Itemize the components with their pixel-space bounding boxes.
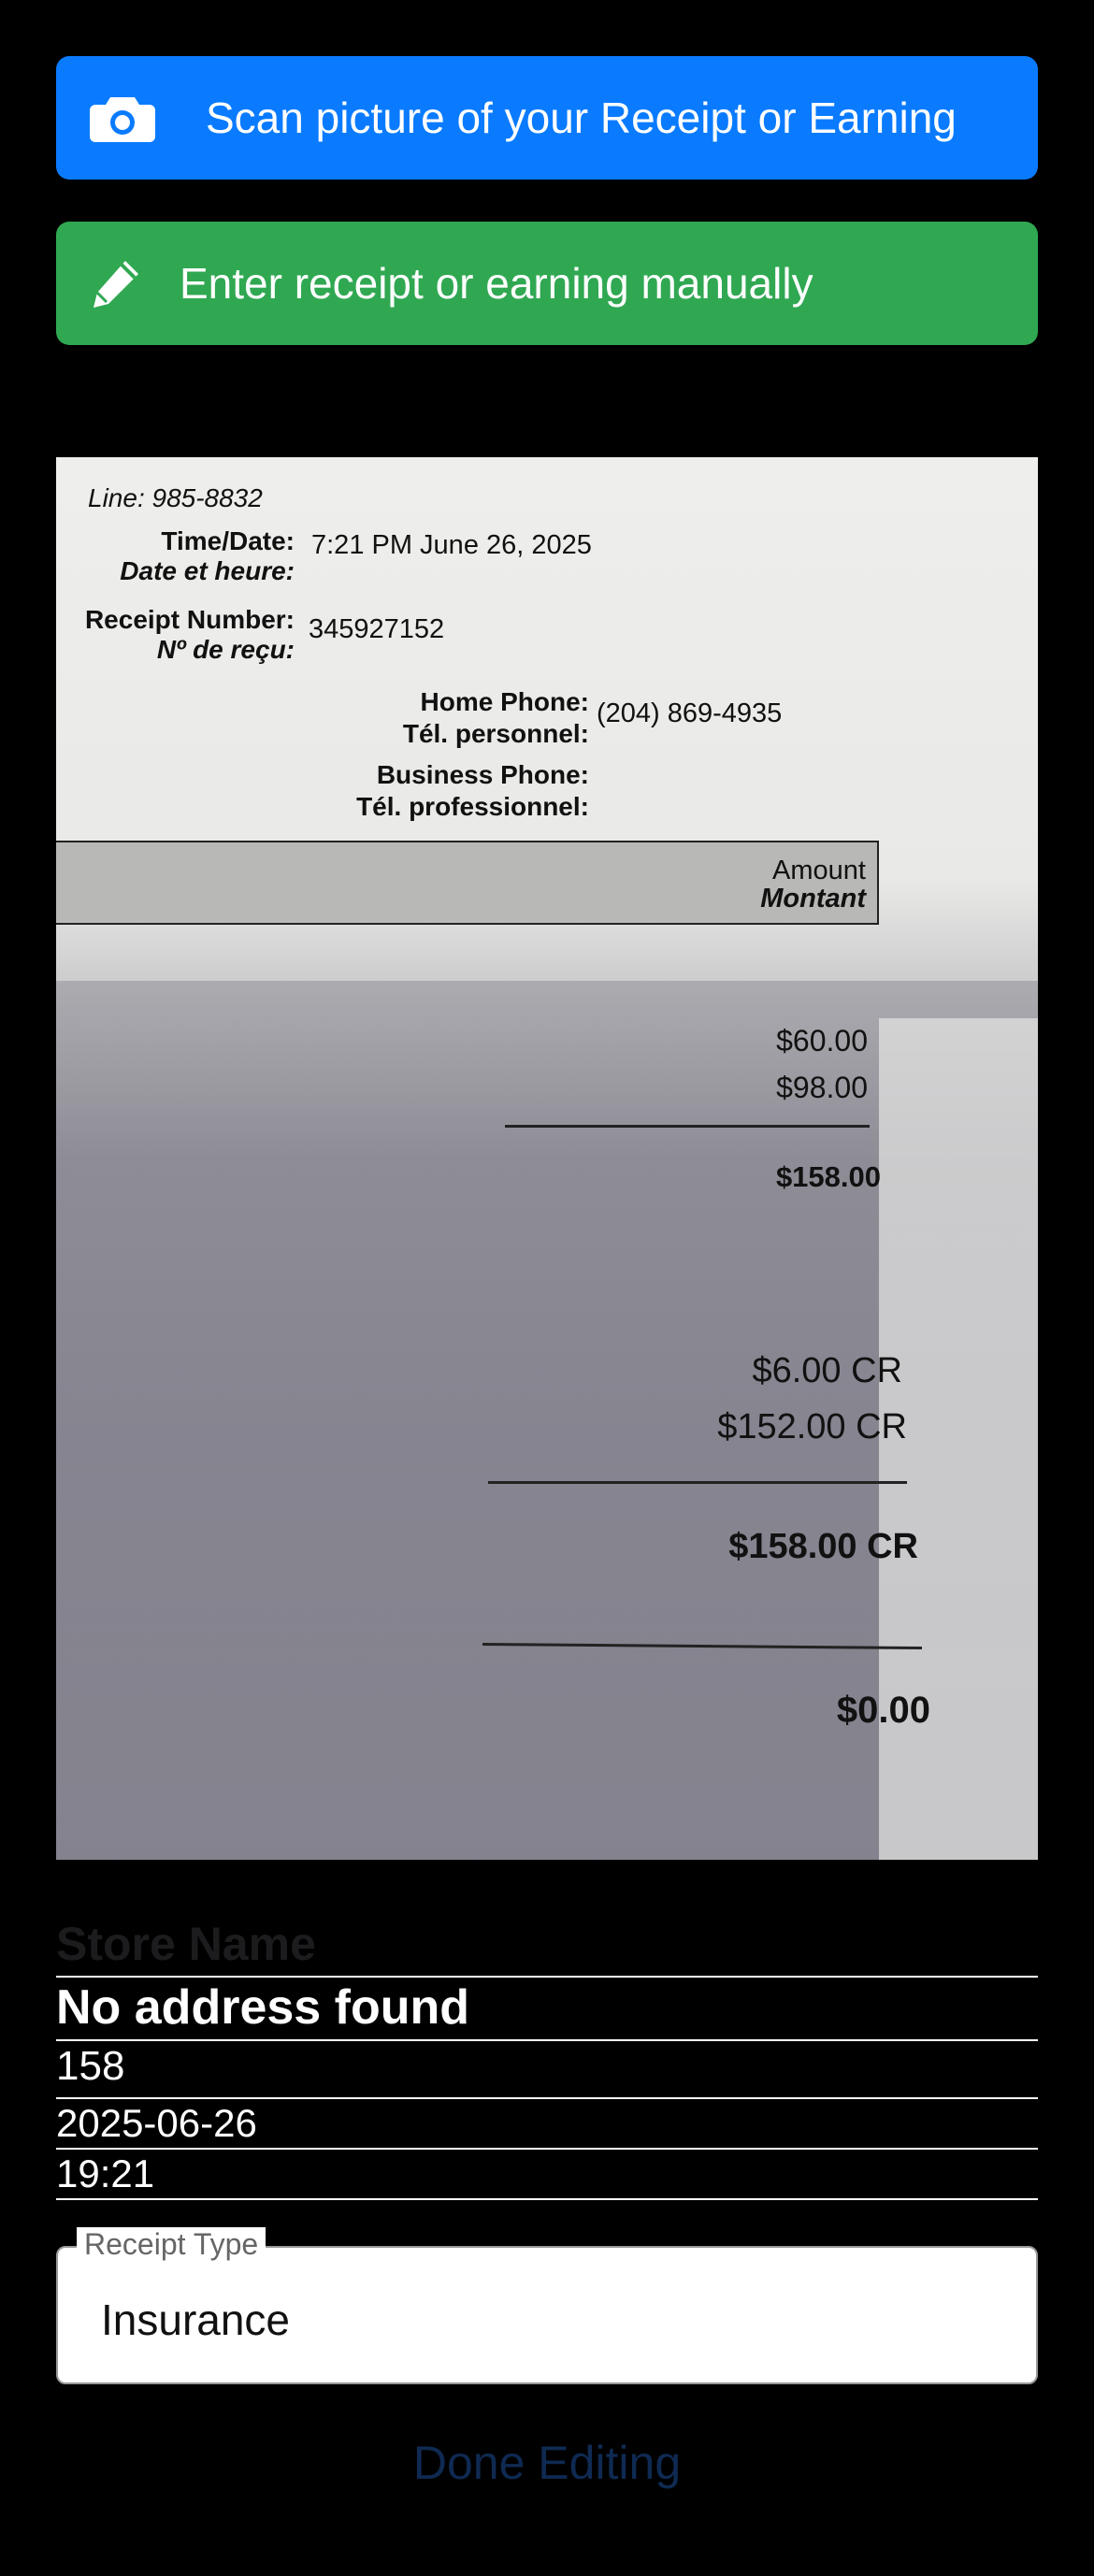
- credit-total: $158.00 CR: [728, 1527, 918, 1566]
- business-phone-label-fr: Tél. professionnel:: [356, 792, 589, 821]
- home-phone-value: (204) 869-4935: [597, 698, 783, 728]
- amount-field[interactable]: 158: [56, 2043, 1038, 2099]
- subtotal-divider: [505, 1125, 870, 1128]
- camera-icon: [90, 97, 155, 142]
- receipt-number-label: Receipt Number:: [84, 605, 295, 634]
- credit-line-2: $152.00 CR: [717, 1407, 907, 1446]
- home-phone-label-fr: Tél. personnel:: [402, 719, 589, 748]
- done-editing-button[interactable]: Done Editing: [0, 2436, 1094, 2490]
- time-date-label-fr: Date et heure:: [120, 556, 295, 585]
- credit-line-1: $6.00 CR: [752, 1351, 902, 1390]
- receipt-type-select[interactable]: Receipt Type Insurance: [56, 2227, 1038, 2384]
- pencil-icon: [94, 261, 138, 308]
- amount-header-box: Amount Montant: [56, 841, 879, 925]
- address-field[interactable]: No address found: [56, 1979, 1038, 2041]
- time-date-label: Time/Date:: [161, 526, 295, 555]
- receipt-line: Line: 985-8832: [88, 483, 263, 512]
- time-field[interactable]: 19:21: [56, 2151, 1038, 2200]
- store-name-field[interactable]: Store Name: [56, 1917, 1038, 1978]
- amount-header-fr: Montant: [760, 884, 866, 914]
- receipt-number-label-fr: Nº de reçu:: [156, 635, 295, 664]
- enter-manually-button[interactable]: Enter receipt or earning manually: [56, 222, 1038, 345]
- balance-amount: $0.00: [836, 1690, 930, 1731]
- time-date-value: 7:21 PM June 26, 2025: [311, 530, 592, 560]
- home-phone-label: Home Phone:: [420, 687, 589, 716]
- receipt-photo: Line: 985-8832 Time/Date: Date et heure:…: [56, 457, 1038, 1860]
- amount-line-1: $60.00: [776, 1024, 868, 1058]
- amount-line-2: $98.00: [776, 1071, 868, 1104]
- date-field[interactable]: 2025-06-26: [56, 2101, 1038, 2150]
- scan-receipt-button[interactable]: Scan picture of your Receipt or Earning: [56, 56, 1038, 180]
- receipt-type-value: Insurance: [101, 2295, 291, 2344]
- credit-divider: [488, 1481, 907, 1484]
- subtotal-amount: $158.00: [775, 1160, 881, 1193]
- amount-header: Amount: [772, 856, 866, 885]
- receipt-type-label: Receipt Type: [77, 2227, 266, 2262]
- receipt-number-value: 345927152: [309, 614, 445, 644]
- scan-receipt-label: Scan picture of your Receipt or Earning: [206, 94, 957, 142]
- enter-manually-label: Enter receipt or earning manually: [180, 259, 813, 308]
- business-phone-label: Business Phone:: [376, 760, 589, 789]
